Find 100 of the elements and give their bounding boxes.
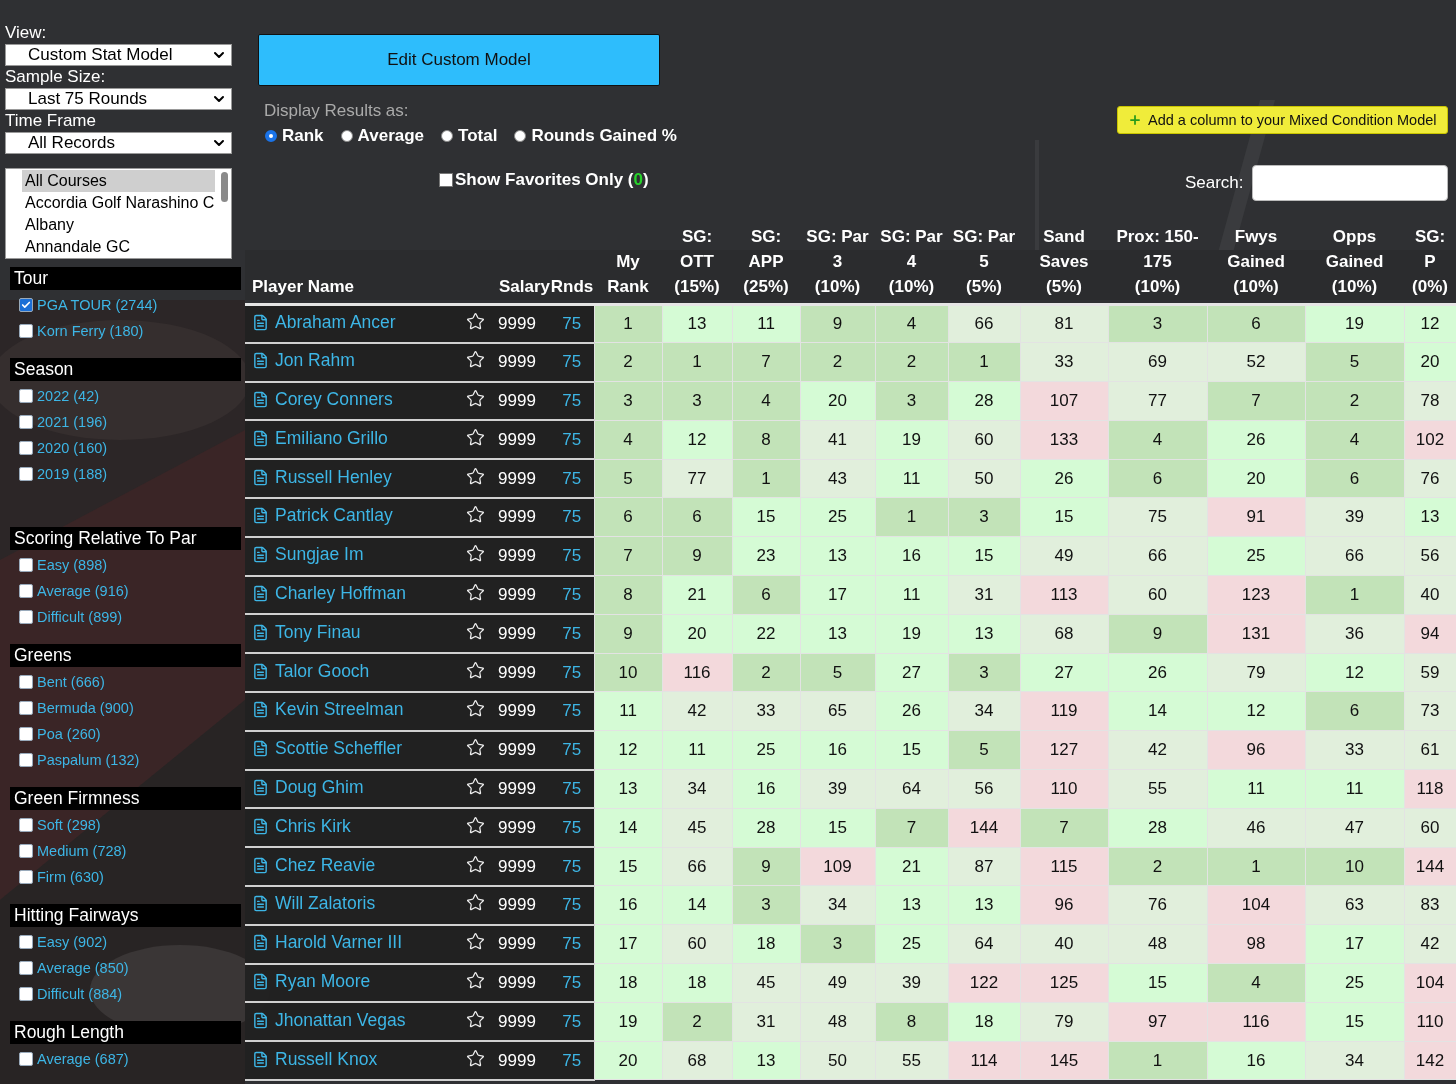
- column-header[interactable]: My Rank: [597, 248, 659, 299]
- checkbox[interactable]: [19, 558, 33, 572]
- star-icon[interactable]: [466, 970, 485, 990]
- stat-cell: 48: [1108, 924, 1207, 964]
- checkbox[interactable]: [19, 844, 33, 858]
- filter-label[interactable]: Firm (630): [37, 869, 104, 885]
- add-column-button[interactable]: Add a column to your Mixed Condition Model: [1116, 106, 1448, 134]
- checkbox[interactable]: [19, 610, 33, 624]
- checkbox[interactable]: [19, 298, 33, 312]
- star-icon[interactable]: [466, 544, 485, 564]
- favorites-label[interactable]: Show Favorites Only (0): [455, 170, 649, 190]
- column-header[interactable]: SG: Par 3 (10%): [803, 223, 872, 299]
- filter-label[interactable]: Average (687): [37, 1051, 129, 1067]
- filter-label[interactable]: Easy (902): [37, 934, 108, 950]
- checkbox[interactable]: [19, 389, 33, 403]
- checkbox[interactable]: [19, 987, 33, 1001]
- star-icon[interactable]: [466, 427, 485, 447]
- column-header[interactable]: SG: OTT (15%): [665, 223, 729, 299]
- scrollbar-thumb[interactable]: [221, 172, 228, 202]
- column-header[interactable]: Opps Gained (10%): [1308, 223, 1401, 299]
- rounds-value: 75: [561, 817, 583, 838]
- checkbox[interactable]: [19, 753, 33, 767]
- filter-label[interactable]: Bermuda (900): [37, 700, 134, 716]
- filter-label[interactable]: Poa (260): [37, 726, 101, 742]
- filter-label[interactable]: Korn Ferry (180): [37, 323, 144, 339]
- star-icon[interactable]: [466, 893, 485, 913]
- filter-label[interactable]: 2019 (188): [37, 466, 108, 482]
- star-icon[interactable]: [466, 621, 485, 641]
- filter-label[interactable]: 2021 (196): [37, 414, 108, 430]
- checkbox[interactable]: [19, 935, 33, 949]
- checkbox[interactable]: [439, 173, 453, 187]
- radio-label[interactable]: Rounds Gained %: [531, 126, 677, 146]
- column-header[interactable]: Salary: [494, 273, 550, 299]
- filter-label[interactable]: Average (916): [37, 583, 129, 599]
- salary-value: 9999: [497, 934, 537, 955]
- salary-value: 9999: [497, 313, 537, 334]
- dropdown[interactable]: All Records: [5, 132, 232, 154]
- star-icon[interactable]: [466, 350, 485, 370]
- checkbox[interactable]: [19, 584, 33, 598]
- course-item[interactable]: All Courses: [22, 170, 215, 192]
- star-icon[interactable]: [466, 582, 485, 602]
- column-header[interactable]: Fwys Gained (10%): [1210, 223, 1302, 299]
- star-icon[interactable]: [466, 776, 485, 796]
- star-icon[interactable]: [466, 311, 485, 331]
- filter-label[interactable]: 2020 (160): [37, 440, 108, 456]
- filter-label[interactable]: Easy (898): [37, 557, 108, 573]
- stat-cell: 42: [1404, 924, 1456, 964]
- star-icon[interactable]: [466, 815, 485, 835]
- radio-label[interactable]: Average: [357, 126, 425, 146]
- course-list[interactable]: All Courses Accordia Golf Narashino C Albany Annandale GC: [5, 168, 232, 259]
- filter-label[interactable]: Paspalum (132): [37, 752, 140, 768]
- radio-label[interactable]: Total: [458, 126, 498, 146]
- column-header[interactable]: Prox: 150- 175 (10%): [1111, 223, 1204, 299]
- star-icon[interactable]: [466, 699, 485, 719]
- checkbox[interactable]: [19, 324, 33, 338]
- checkbox[interactable]: [19, 441, 33, 455]
- star-icon[interactable]: [466, 1009, 485, 1029]
- radio-label[interactable]: Rank: [282, 126, 324, 146]
- star-icon[interactable]: [466, 932, 485, 952]
- checkbox[interactable]: [19, 870, 33, 884]
- star-icon[interactable]: [466, 505, 485, 525]
- column-header[interactable]: Sand Saves (5%): [1023, 223, 1105, 299]
- checkbox[interactable]: [19, 467, 33, 481]
- course-item[interactable]: Accordia Golf Narashino C: [22, 192, 215, 214]
- column-header[interactable]: Player Name: [252, 273, 494, 299]
- search-field[interactable]: [1251, 165, 1448, 201]
- filter-label[interactable]: Difficult (884): [37, 986, 123, 1002]
- filter-label[interactable]: Soft (298): [37, 817, 101, 833]
- checkbox[interactable]: [19, 415, 33, 429]
- stat-cell: 3: [800, 924, 875, 964]
- filter-label[interactable]: Medium (728): [37, 843, 127, 859]
- column-header[interactable]: SG: Par 5 (5%): [951, 223, 1017, 299]
- filter-label[interactable]: 2022 (42): [37, 388, 100, 404]
- checkbox[interactable]: [19, 701, 33, 715]
- salary-value: 9999: [497, 584, 537, 605]
- course-item[interactable]: Annandale GC: [22, 236, 215, 258]
- star-icon[interactable]: [466, 854, 485, 874]
- filter-label[interactable]: Difficult (899): [37, 609, 123, 625]
- column-header[interactable]: SG: APP (25%): [735, 223, 797, 299]
- star-icon[interactable]: [466, 738, 485, 758]
- star-icon[interactable]: [466, 466, 485, 486]
- star-icon[interactable]: [466, 389, 485, 408]
- dropdown[interactable]: Last 75 Rounds: [5, 88, 232, 110]
- checkbox[interactable]: [19, 961, 33, 975]
- filter-label[interactable]: Bent (666): [37, 674, 105, 690]
- filter-label[interactable]: Average (850): [37, 960, 129, 976]
- star-icon[interactable]: [466, 660, 485, 680]
- edit-model-button[interactable]: Edit Custom Model: [258, 34, 660, 86]
- course-item[interactable]: Albany: [22, 214, 215, 236]
- column-header[interactable]: SG: Par 4 (10%): [878, 223, 945, 299]
- filter-label[interactable]: PGA TOUR (2744): [37, 297, 158, 313]
- checkbox[interactable]: [19, 675, 33, 689]
- column-header[interactable]: Rnds: [550, 273, 594, 299]
- stat-cell: 65: [800, 691, 875, 731]
- star-icon[interactable]: [466, 1048, 485, 1068]
- checkbox[interactable]: [19, 727, 33, 741]
- checkbox[interactable]: [19, 1052, 33, 1066]
- dropdown[interactable]: Custom Stat Model: [5, 44, 232, 66]
- checkbox[interactable]: [19, 818, 33, 832]
- column-header[interactable]: SG: P (0%): [1407, 223, 1453, 299]
